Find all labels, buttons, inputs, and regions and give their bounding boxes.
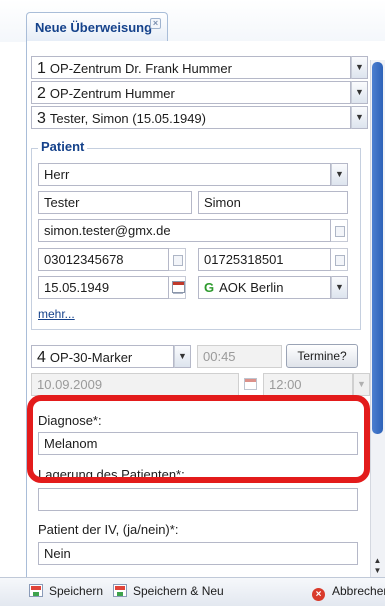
tab-neue-ueberweisung[interactable]: Neue Überweisung ×: [26, 12, 168, 42]
combo-value: Tester, Simon (15.05.1949): [49, 111, 206, 126]
insurance-value: AOK Berlin: [219, 280, 284, 295]
chevron-down-icon[interactable]: ▼: [174, 345, 191, 368]
phone2-value: 01725318501: [204, 252, 284, 267]
cancel-label: Abbrechen: [332, 584, 385, 598]
scroll-down-icon[interactable]: ▼: [372, 566, 383, 576]
source-combo-2[interactable]: 2 OP-Zentrum Hummer: [31, 81, 351, 104]
patient-legend: Patient: [38, 139, 88, 154]
iv-field[interactable]: Nein: [38, 542, 358, 565]
scroll-up-icon[interactable]: ▲: [372, 556, 383, 566]
scrollbar-thumb[interactable]: [372, 62, 383, 434]
more-link[interactable]: mehr...: [38, 307, 75, 321]
cancel-button[interactable]: × Abbrechen: [312, 584, 385, 601]
combo-value: OP-Zentrum Hummer: [49, 86, 175, 101]
save-new-icon: [113, 584, 127, 597]
chevron-down-icon[interactable]: ▼: [331, 276, 348, 299]
first-name-field[interactable]: Simon: [198, 191, 348, 214]
salutation-select[interactable]: Herr: [38, 163, 331, 186]
patient-select-combo[interactable]: 3 Tester, Simon (15.05.1949): [31, 106, 351, 129]
salutation-value: Herr: [44, 167, 70, 182]
phone-field-2[interactable]: 01725318501: [198, 248, 331, 271]
termine-button[interactable]: Termine?: [286, 344, 358, 368]
email-value: simon.tester@gmx.de: [44, 223, 171, 238]
duration-field[interactable]: 00:45: [197, 345, 282, 368]
phone1-value: 03012345678: [44, 252, 124, 267]
service-value: OP-30-Marker: [49, 350, 133, 365]
chevron-down-icon[interactable]: ▼: [351, 106, 368, 129]
calendar-icon: [172, 281, 185, 293]
highlight-annotation: [27, 395, 370, 483]
service-select[interactable]: 4 OP-30-Marker: [31, 345, 174, 368]
calendar-icon[interactable]: [244, 378, 257, 390]
tab-title: Neue Überweisung: [35, 20, 153, 35]
combo-value: OP-Zentrum Dr. Frank Hummer: [49, 61, 232, 76]
lagerung-field[interactable]: [38, 488, 358, 511]
birthdate-field[interactable]: 15.05.1949: [38, 276, 169, 299]
save-new-button[interactable]: Speichern & Neu: [113, 584, 224, 598]
insurance-g-icon: G: [204, 280, 215, 295]
chevron-down-icon[interactable]: ▼: [351, 81, 368, 104]
email-action-icon[interactable]: [331, 219, 348, 242]
combo-number: 1: [37, 60, 46, 77]
last-name-field[interactable]: Tester: [38, 191, 192, 214]
iv-label: Patient der IV, (ja/nein)*:: [38, 522, 179, 537]
iv-value: Nein: [44, 546, 71, 561]
cancel-icon: ×: [312, 588, 325, 601]
time-value: 12:00: [269, 377, 302, 392]
tab-close-icon[interactable]: ×: [150, 18, 161, 29]
email-field[interactable]: simon.tester@gmx.de: [38, 219, 331, 242]
chevron-down-icon[interactable]: ▼: [353, 373, 370, 396]
last-name-value: Tester: [44, 195, 80, 210]
date-value: 10.09.2009: [37, 377, 103, 392]
save-label: Speichern: [49, 584, 104, 598]
birthdate-value: 15.05.1949: [44, 280, 110, 295]
phone-field-1[interactable]: 03012345678: [38, 248, 169, 271]
date-field[interactable]: 10.09.2009: [31, 373, 239, 396]
combo-number: 4: [37, 349, 46, 366]
save-icon: [29, 584, 43, 597]
duration-value: 00:45: [203, 349, 236, 364]
combo-number: 2: [37, 85, 46, 102]
save-new-label: Speichern & Neu: [133, 584, 224, 598]
first-name-value: Simon: [204, 195, 241, 210]
source-combo-1[interactable]: 1 OP-Zentrum Dr. Frank Hummer: [31, 56, 351, 79]
insurance-select[interactable]: G AOK Berlin: [198, 276, 331, 299]
phone2-action-icon[interactable]: [331, 248, 348, 271]
chevron-down-icon[interactable]: ▼: [351, 56, 368, 79]
save-button[interactable]: Speichern: [29, 584, 103, 598]
phone1-action-icon[interactable]: [169, 248, 186, 271]
combo-number: 3: [37, 110, 46, 127]
chevron-down-icon[interactable]: ▼: [331, 163, 348, 186]
time-field[interactable]: 12:00: [263, 373, 353, 396]
